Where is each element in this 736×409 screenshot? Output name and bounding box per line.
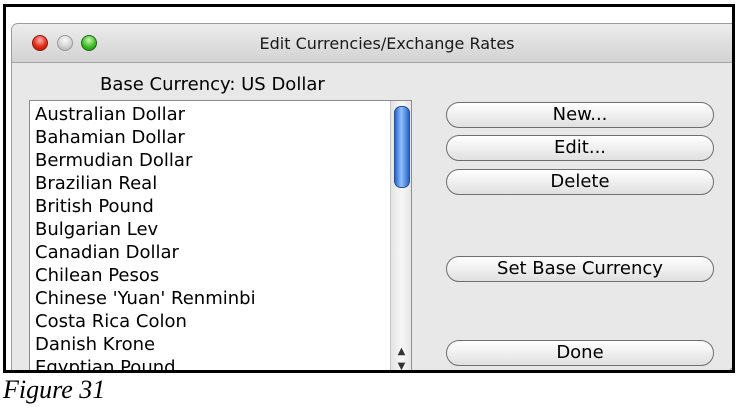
list-item[interactable]: Bulgarian Lev bbox=[35, 218, 158, 242]
list-item[interactable]: Bermudian Dollar bbox=[35, 149, 192, 173]
list-item[interactable]: Egyptian Pound bbox=[35, 356, 176, 370]
list-item[interactable]: Chinese 'Yuan' Renminbi bbox=[35, 287, 256, 311]
set-base-currency-button[interactable]: Set Base Currency bbox=[446, 256, 714, 282]
scroll-up-arrow-icon[interactable]: ▲ bbox=[391, 344, 411, 359]
resize-grip-icon[interactable] bbox=[726, 360, 735, 372]
vertical-scrollbar[interactable]: ▲ ▼ bbox=[390, 101, 411, 370]
window-title: Edit Currencies/Exchange Rates bbox=[259, 34, 515, 53]
list-item[interactable]: Danish Krone bbox=[35, 333, 155, 357]
list-item[interactable]: British Pound bbox=[35, 195, 154, 219]
currency-list[interactable]: Australian Dollar Bahamian Dollar Bermud… bbox=[29, 100, 412, 370]
list-item[interactable]: Bahamian Dollar bbox=[35, 126, 185, 150]
list-item[interactable]: Canadian Dollar bbox=[35, 241, 179, 265]
list-item[interactable]: Brazilian Real bbox=[35, 172, 157, 196]
title-bar[interactable]: Edit Currencies/Exchange Rates bbox=[12, 24, 732, 63]
scroll-down-arrow-icon[interactable]: ▼ bbox=[391, 359, 411, 370]
dialog-window: Edit Currencies/Exchange Rates Base Curr… bbox=[12, 24, 735, 372]
list-item[interactable]: Australian Dollar bbox=[35, 103, 185, 127]
list-item[interactable]: Costa Rica Colon bbox=[35, 310, 187, 334]
done-button[interactable]: Done bbox=[446, 340, 714, 366]
list-item[interactable]: Chilean Pesos bbox=[35, 264, 159, 288]
figure-caption: Figure 31 bbox=[3, 375, 106, 404]
scrollbar-thumb[interactable] bbox=[394, 106, 410, 188]
figure-frame: Edit Currencies/Exchange Rates Base Curr… bbox=[3, 4, 735, 373]
delete-button[interactable]: Delete bbox=[446, 169, 714, 195]
base-currency-label: Base Currency: US Dollar bbox=[100, 74, 325, 95]
edit-button[interactable]: Edit... bbox=[446, 135, 714, 161]
new-button[interactable]: New... bbox=[446, 102, 714, 128]
